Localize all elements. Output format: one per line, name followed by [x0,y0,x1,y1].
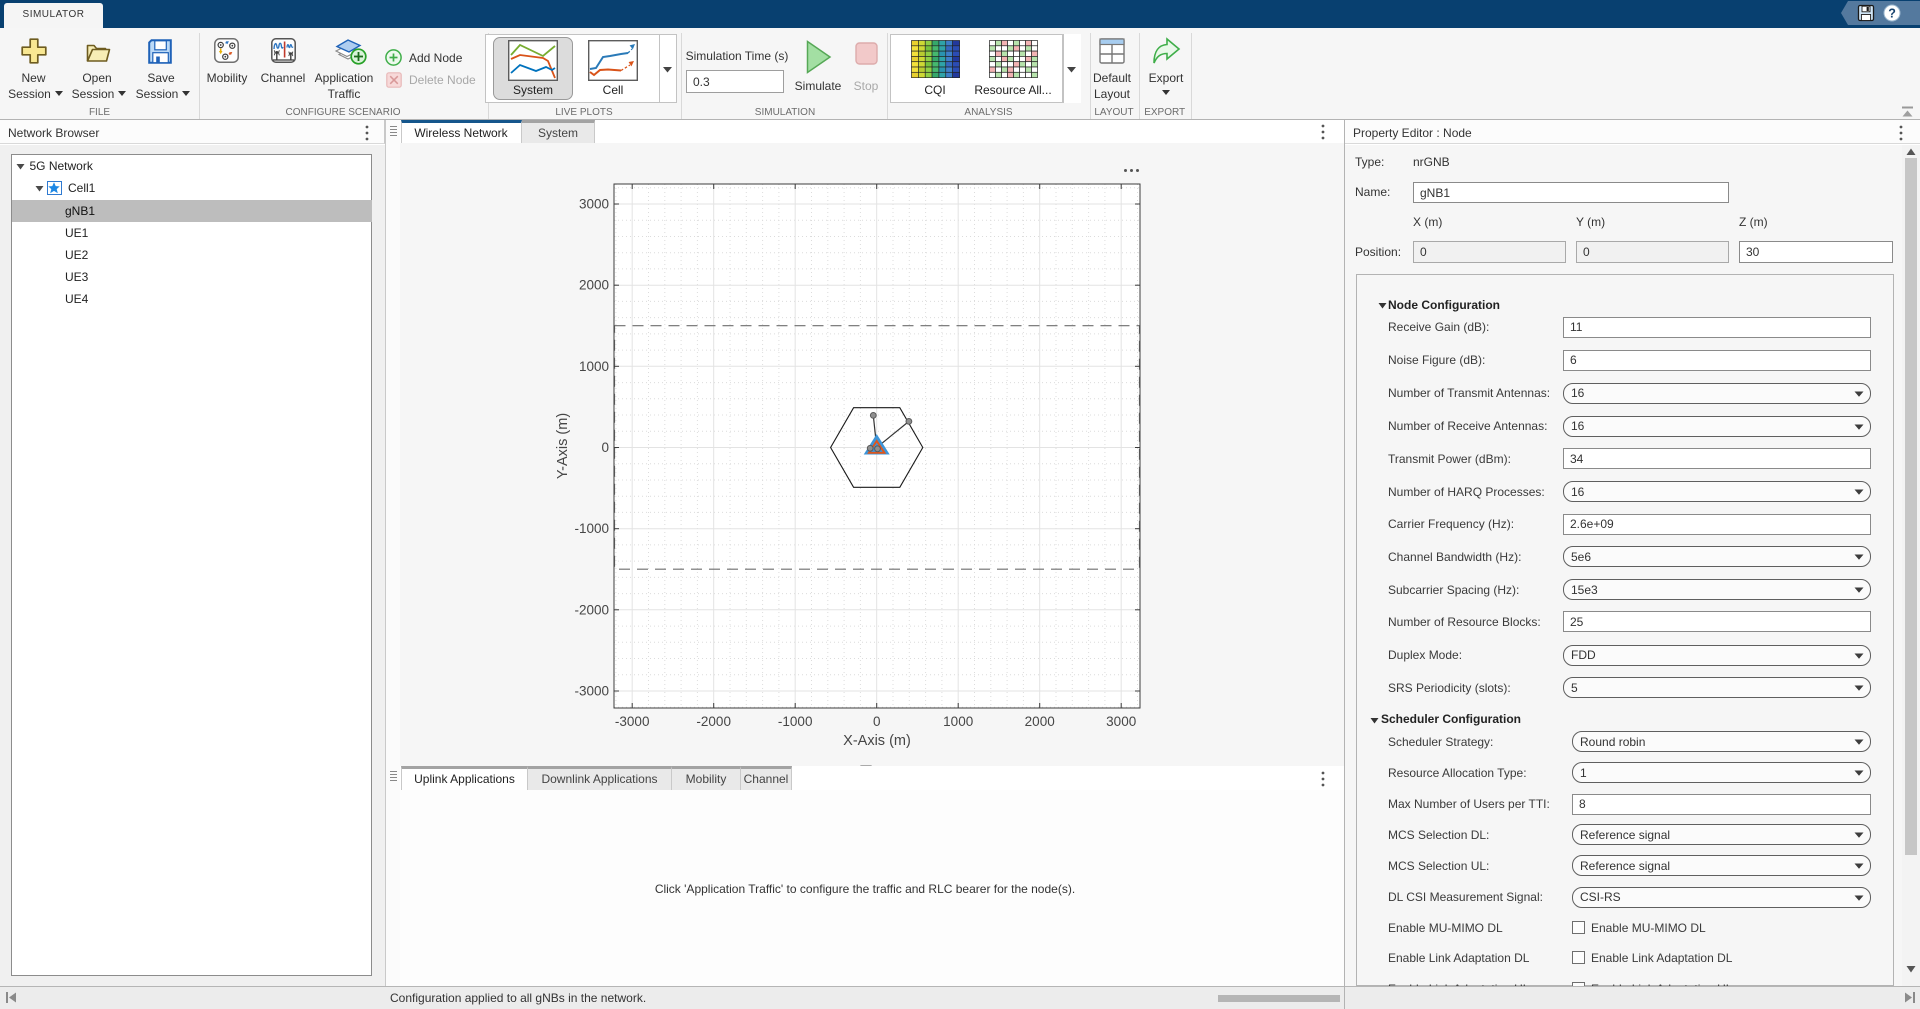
svg-text:2000: 2000 [1025,714,1055,729]
svg-text:Y-Axis (m): Y-Axis (m) [555,413,571,479]
svg-text:X-Axis (m): X-Axis (m) [843,733,911,749]
svg-text:0: 0 [873,714,881,729]
svg-text:-2000: -2000 [574,602,609,617]
svg-text:-3000: -3000 [615,714,650,729]
svg-text:-2000: -2000 [696,714,731,729]
svg-text:-3000: -3000 [574,684,609,699]
svg-text:1000: 1000 [579,359,609,374]
svg-text:-1000: -1000 [778,714,813,729]
svg-text:?: ? [1888,6,1896,20]
svg-text:0: 0 [601,440,609,455]
svg-text:-1000: -1000 [574,521,609,536]
svg-text:3000: 3000 [1106,714,1136,729]
svg-text:1000: 1000 [943,714,973,729]
svg-text:2000: 2000 [579,278,609,293]
svg-text:3000: 3000 [579,197,609,212]
